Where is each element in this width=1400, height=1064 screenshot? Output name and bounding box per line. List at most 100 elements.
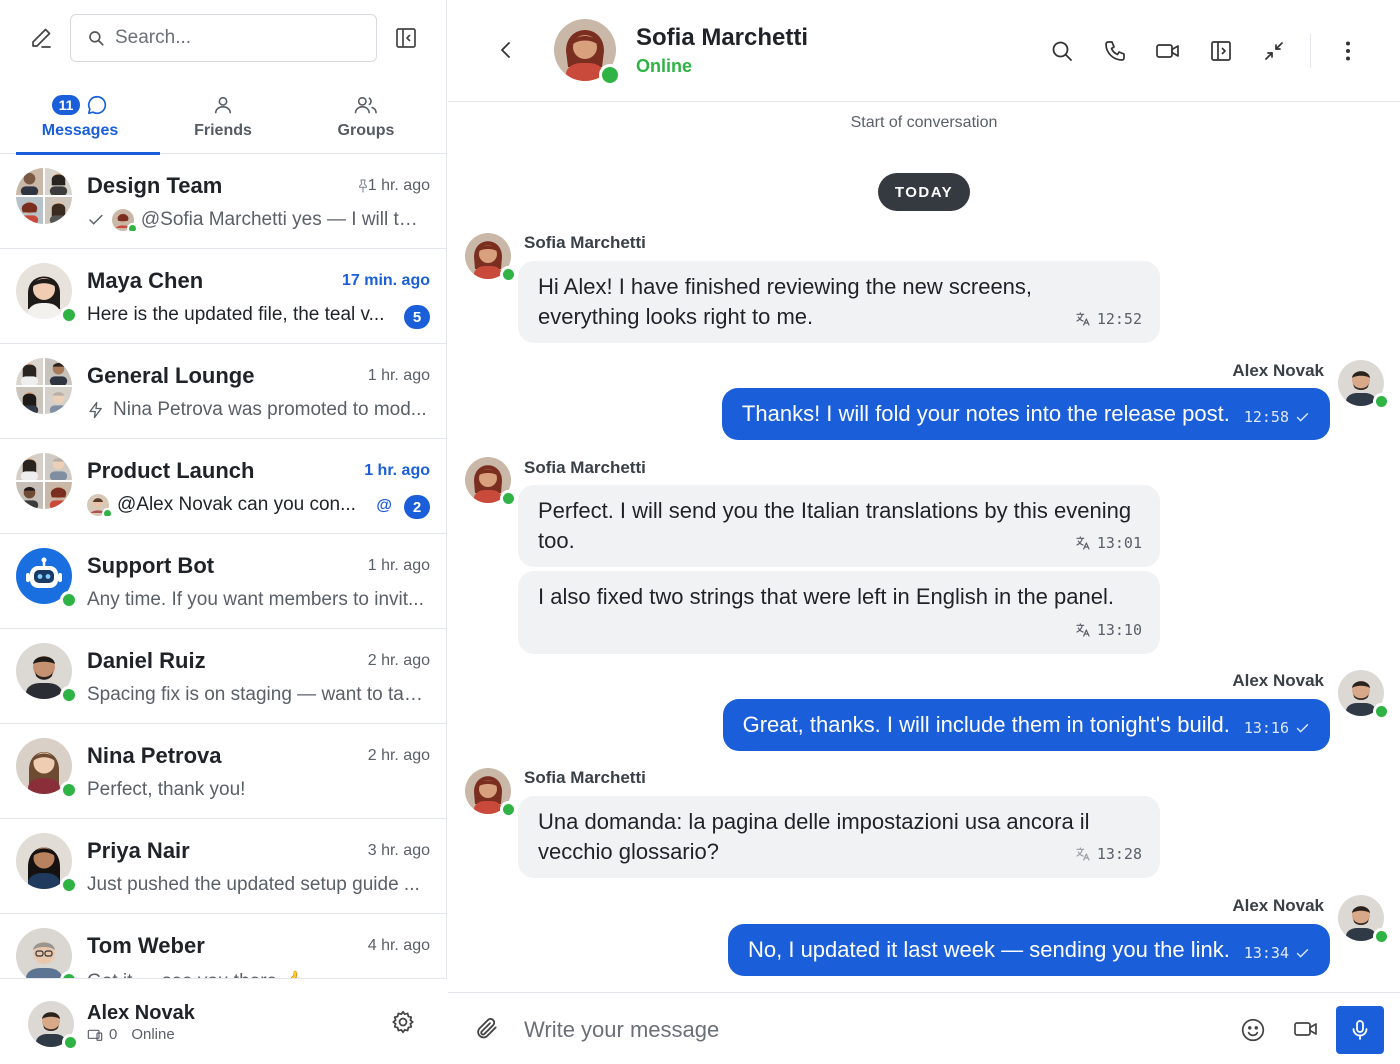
tab-friends[interactable]: Friends	[151, 80, 295, 154]
conversation-item-daniel-ruiz[interactable]: Daniel Ruiz 2 hr. ago Spacing fix is on …	[0, 629, 447, 724]
conversation-preview: Just pushed the updated setup guide ...	[87, 874, 420, 895]
current-user-name: Alex Novak	[87, 1002, 195, 1024]
sidebar-collapse-icon	[396, 28, 416, 48]
toggle-details-panel-button[interactable]	[1205, 35, 1237, 67]
tab-groups[interactable]: Groups	[294, 80, 438, 154]
conversation-time: 1 hr. ago	[367, 177, 430, 194]
conversation-time: 2 hr. ago	[367, 747, 430, 764]
message-text: No, I updated it last week — sending you…	[748, 937, 1230, 962]
conversation-item-tom-weber[interactable]: Tom Weber 4 hr. ago Got it — see you the…	[0, 914, 447, 978]
collapse-sidebar-button[interactable]	[390, 22, 422, 54]
online-indicator	[1373, 703, 1390, 720]
minimize-button[interactable]	[1258, 35, 1290, 67]
conversation-item-maya-chen[interactable]: Maya Chen 17 min. ago Here is the update…	[0, 249, 447, 344]
conversation-item-support-bot[interactable]: Support Bot 1 hr. ago Any time. If you w…	[0, 534, 447, 629]
incoming-message[interactable]: Una domanda: la pagina delle impostazion…	[518, 796, 1160, 878]
check-icon	[89, 214, 103, 225]
minimize-arrows-icon	[1265, 42, 1283, 60]
conversation-item-priya-nair[interactable]: Priya Nair 3 hr. ago Just pushed the upd…	[0, 819, 447, 914]
video-camera-icon	[1156, 44, 1179, 58]
translate-icon[interactable]	[1075, 622, 1091, 638]
conversation-preview: Any time. If you want members to invit..…	[87, 589, 424, 610]
conversation-time: 17 min. ago	[341, 272, 430, 289]
voice-message-button[interactable]	[1336, 1006, 1384, 1054]
online-indicator	[500, 266, 517, 283]
message-input[interactable]	[524, 1011, 1214, 1049]
conversation-time: 4 hr. ago	[367, 937, 430, 954]
message-text: Thanks! I will fold your notes into the …	[741, 401, 1230, 426]
incoming-message[interactable]: I also fixed two strings that were left …	[518, 571, 1160, 654]
search-input[interactable]	[115, 27, 355, 49]
message-composer	[448, 992, 1400, 1064]
conversation-name: Maya Chen	[87, 268, 204, 293]
video-call-button[interactable]	[1152, 35, 1184, 67]
translate-icon[interactable]	[1075, 311, 1091, 327]
paperclip-icon	[477, 1018, 497, 1039]
online-indicator	[60, 306, 78, 324]
messages-count-badge: 11	[51, 95, 81, 115]
smiley-icon	[1241, 1018, 1265, 1042]
conversation-preview: @Alex Novak can you con...	[117, 494, 356, 515]
users-icon	[354, 96, 377, 114]
message-sender: Alex Novak	[1232, 671, 1324, 690]
conversation-item-general-lounge[interactable]: General Lounge 1 hr. ago Nina Petrova wa…	[0, 344, 447, 439]
attach-button[interactable]	[474, 1015, 500, 1046]
message-time: 13:34	[1243, 944, 1289, 962]
search-icon	[89, 31, 104, 46]
online-indicator	[62, 1034, 79, 1051]
incoming-message[interactable]: Perfect. I will send you the Italian tra…	[518, 485, 1160, 567]
chat-bubble-icon	[88, 95, 107, 115]
settings-button[interactable]	[390, 1009, 416, 1040]
message-sender: Sofia Marchetti	[524, 233, 646, 252]
incoming-message[interactable]: Hi Alex! I have finished reviewing the n…	[518, 261, 1160, 343]
online-indicator	[500, 801, 517, 818]
more-vertical-icon	[1346, 41, 1350, 61]
message-sender: Alex Novak	[1232, 896, 1324, 915]
device-count: 0	[109, 1026, 118, 1043]
emoji-button[interactable]	[1240, 1017, 1266, 1048]
conversation-item-nina-petrova[interactable]: Nina Petrova 2 hr. ago Perfect, thank yo…	[0, 724, 447, 819]
message-meta: 13:10	[1075, 615, 1142, 645]
search-chat-button[interactable]	[1046, 35, 1078, 67]
tab-messages[interactable]: 11 Messages	[8, 80, 160, 155]
back-button[interactable]	[494, 36, 518, 69]
conversation-name: Support Bot	[87, 553, 215, 578]
message-avatar[interactable]	[465, 457, 517, 507]
compose-button[interactable]	[22, 20, 60, 56]
conversation-preview: Got it — see you there 👍	[87, 969, 427, 978]
conversation-name: Nina Petrova	[87, 743, 222, 768]
message-avatar[interactable]	[1338, 895, 1390, 945]
message-avatar[interactable]	[465, 233, 517, 283]
video-message-button[interactable]	[1293, 1017, 1319, 1046]
message-sender: Sofia Marchetti	[524, 768, 646, 787]
message-avatar[interactable]	[1338, 670, 1390, 720]
voice-call-button[interactable]	[1099, 35, 1131, 67]
translate-icon[interactable]	[1075, 846, 1091, 862]
check-icon	[1296, 723, 1309, 733]
check-icon	[1296, 948, 1309, 958]
conversation-preview: Spacing fix is on staging — want to tak.…	[87, 684, 427, 705]
chat-pane: Sofia Marchetti Online Start of conversa…	[448, 0, 1400, 1064]
conversation-item-product-launch[interactable]: Product Launch 1 hr. ago @Alex Novak can…	[0, 439, 447, 534]
message-text: Hi Alex! I have finished reviewing the n…	[538, 274, 1033, 329]
search-field[interactable]	[70, 14, 377, 62]
outgoing-message[interactable]: No, I updated it last week — sending you…	[728, 924, 1330, 976]
message-time: 13:01	[1096, 534, 1142, 552]
message-sender: Sofia Marchetti	[524, 458, 646, 477]
sidebar: 11 Messages Friends Groups	[0, 0, 447, 1064]
message-avatar[interactable]	[465, 768, 517, 818]
conversation-item-design-team[interactable]: Design Team 1 hr. ago @Sofia Marchetti y…	[0, 154, 447, 249]
message-avatar[interactable]	[1338, 360, 1390, 410]
conversation-time: 1 hr. ago	[367, 557, 430, 574]
mention-badge: @	[376, 497, 392, 514]
more-options-button[interactable]	[1332, 35, 1364, 67]
outgoing-message[interactable]: Thanks! I will fold your notes into the …	[721, 388, 1330, 440]
contact-status: Online	[636, 56, 693, 76]
conversation-name: Product Launch	[87, 458, 255, 483]
current-user-bar: Alex Novak 0 Online	[0, 978, 447, 1064]
conversation-name: Design Team	[87, 173, 223, 198]
outgoing-message[interactable]: Great, thanks. I will include them in to…	[722, 699, 1330, 751]
message-thread: Start of conversation TODAY Sofia Marche…	[448, 102, 1400, 992]
video-camera-icon	[1294, 1022, 1317, 1036]
translate-icon[interactable]	[1075, 535, 1091, 551]
